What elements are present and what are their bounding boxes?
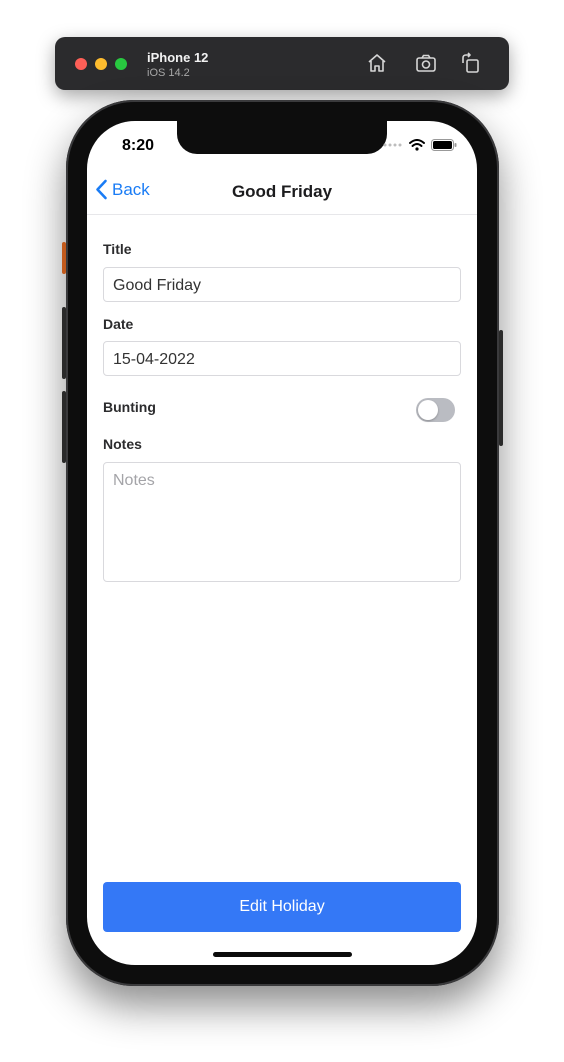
simulator-stage: iPhone 12 iOS 14.2 8:20 Back Good Friday… xyxy=(0,0,564,1062)
home-icon xyxy=(368,54,386,72)
status-time: 8:20 xyxy=(122,137,155,154)
bunting-toggle[interactable] xyxy=(416,398,455,422)
home-indicator xyxy=(213,952,352,957)
date-label: Date xyxy=(103,316,134,332)
title-label: Title xyxy=(103,241,132,257)
title-input[interactable]: Good Friday xyxy=(103,267,461,302)
rotate-icon xyxy=(462,52,479,73)
app-screen: 8:20 Back Good Friday Title Good Friday … xyxy=(87,121,477,965)
home-button[interactable] xyxy=(365,51,389,75)
zoom-window-button[interactable] xyxy=(115,58,127,70)
status-icons xyxy=(383,139,457,151)
simulator-toolbar: iPhone 12 iOS 14.2 xyxy=(55,37,509,90)
navigation-bar: Back Good Friday xyxy=(87,171,477,215)
device-name: iPhone 12 xyxy=(147,50,209,65)
screenshot-button[interactable] xyxy=(414,51,438,75)
os-version: iOS 14.2 xyxy=(147,67,190,79)
battery-icon xyxy=(431,139,457,151)
notes-label: Notes xyxy=(103,436,142,452)
power-button xyxy=(499,330,503,446)
notes-textarea[interactable]: Notes xyxy=(103,462,461,582)
rotate-button[interactable] xyxy=(458,51,482,75)
cellular-icon xyxy=(383,143,402,147)
screenshot-icon xyxy=(416,54,436,72)
toggle-knob xyxy=(418,400,438,420)
volume-down-button xyxy=(62,391,66,463)
volume-up-button xyxy=(62,307,66,379)
edit-holiday-button[interactable]: Edit Holiday xyxy=(103,882,461,932)
minimize-window-button[interactable] xyxy=(95,58,107,70)
bunting-label: Bunting xyxy=(103,399,156,415)
notch xyxy=(177,121,387,154)
close-window-button[interactable] xyxy=(75,58,87,70)
wifi-icon xyxy=(409,139,425,151)
silent-switch xyxy=(62,242,66,274)
page-title: Good Friday xyxy=(231,182,333,201)
date-input[interactable]: 15-04-2022 xyxy=(103,341,461,376)
